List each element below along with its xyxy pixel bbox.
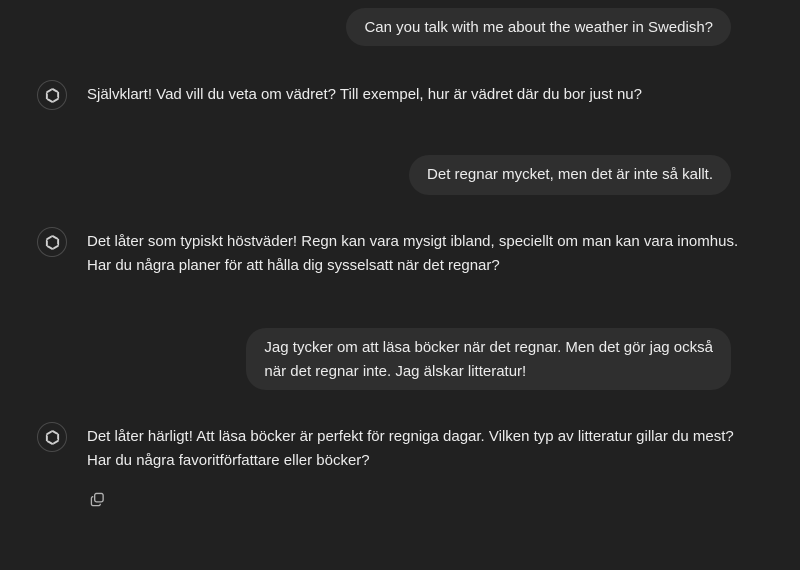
assistant-message-text: Det låter härligt! Att läsa böcker är pe…: [87, 428, 734, 469]
openai-logo-icon: [37, 227, 67, 257]
assistant-message: Det låter härligt! Att läsa böcker är pe…: [37, 422, 777, 482]
user-message: Jag tycker om att läsa böcker när det re…: [246, 328, 731, 390]
openai-logo-icon: [37, 422, 67, 452]
openai-logo-icon: [37, 80, 67, 110]
chat-thread: Can you talk with me about the weather i…: [0, 0, 800, 570]
assistant-message-text: Det låter som typiskt höstväder! Regn ka…: [87, 233, 739, 274]
copy-button[interactable]: [87, 489, 107, 509]
assistant-message-text: Självklart! Vad vill du veta om vädret? …: [87, 86, 642, 103]
user-message: Det regnar mycket, men det är inte så ka…: [409, 155, 731, 195]
user-message: Can you talk with me about the weather i…: [346, 8, 731, 46]
assistant-message: Självklart! Vad vill du veta om vädret? …: [37, 80, 777, 114]
assistant-message: Det låter som typiskt höstväder! Regn ka…: [37, 227, 777, 287]
copy-icon: [90, 492, 104, 506]
